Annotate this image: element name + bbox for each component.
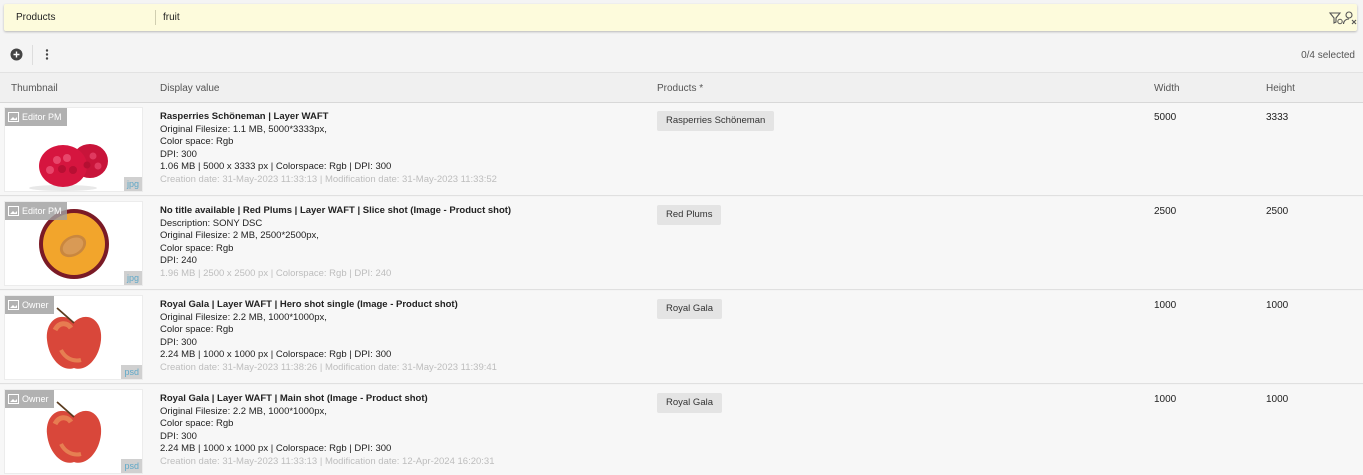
asset-detail: Original Filesize: 1.1 MB, 5000*3333px, xyxy=(160,123,327,135)
thumbnail[interactable]: Editor PM jpg xyxy=(4,201,143,286)
access-badge: Owner xyxy=(5,390,54,408)
height-value: 1000 xyxy=(1266,300,1289,311)
column-height[interactable]: Height xyxy=(1266,83,1295,94)
grid-header: Thumbnail Display value Products * Width… xyxy=(0,72,1363,103)
product-chip[interactable]: Royal Gala xyxy=(657,299,722,319)
display-value: Royal Gala | Layer WAFT | Main shot (Ima… xyxy=(160,393,640,469)
search-input[interactable]: fruit xyxy=(163,12,180,23)
file-extension: psd xyxy=(121,365,142,379)
access-badge: Editor PM xyxy=(5,202,67,220)
asset-detail: Color space: Rgb xyxy=(160,136,234,148)
height-value: 2500 xyxy=(1266,206,1289,217)
product-chip[interactable]: Rasperries Schöneman xyxy=(657,111,775,131)
asset-dates: Creation date: 31-May-2023 11:38:26 | Mo… xyxy=(160,361,497,373)
asset-detail: DPI: 300 xyxy=(160,336,197,348)
width-value: 1000 xyxy=(1154,300,1177,311)
asset-detail: Original Filesize: 2.2 MB, 1000*1000px, xyxy=(160,405,327,417)
column-thumbnail[interactable]: Thumbnail xyxy=(11,83,58,94)
asset-title[interactable]: Royal Gala | Layer WAFT | Hero shot sing… xyxy=(160,299,640,312)
access-badge: Editor PM xyxy=(5,108,67,126)
badge-label: Editor PM xyxy=(22,206,62,216)
file-extension: jpg xyxy=(123,177,142,191)
badge-label: Owner xyxy=(22,300,49,310)
asset-detail: Original Filesize: 2.2 MB, 1000*1000px, xyxy=(160,311,327,323)
asset-title[interactable]: Royal Gala | Layer WAFT | Main shot (Ima… xyxy=(160,393,640,406)
add-circle-icon[interactable] xyxy=(10,48,23,61)
product-chip[interactable]: Royal Gala xyxy=(657,393,722,413)
selection-count: 0/4 selected xyxy=(1301,50,1355,61)
column-display-value[interactable]: Display value xyxy=(160,83,219,94)
table-row[interactable]: Editor PM jpg Rasperries Schöneman | Lay… xyxy=(0,103,1363,196)
asset-detail: DPI: 240 xyxy=(160,255,197,267)
more-vertical-icon[interactable] xyxy=(41,48,53,61)
file-extension: psd xyxy=(121,459,142,473)
asset-detail: Original Filesize: 2 MB, 2500*2500px, xyxy=(160,230,319,242)
table-row[interactable]: Owner psd Royal Gala | Layer WAFT | Main… xyxy=(0,385,1363,475)
search-scope[interactable]: Products xyxy=(16,12,55,23)
product-chip[interactable]: Red Plums xyxy=(657,205,722,225)
badge-label: Editor PM xyxy=(22,112,62,122)
search-divider xyxy=(155,10,156,25)
width-value: 1000 xyxy=(1154,394,1177,405)
thumbnail[interactable]: Editor PM jpg xyxy=(4,107,143,192)
thumbnail[interactable]: Owner psd xyxy=(4,295,143,380)
table-row[interactable]: Owner psd Royal Gala | Layer WAFT | Hero… xyxy=(0,291,1363,384)
display-value: No title available | Red Plums | Layer W… xyxy=(160,205,640,281)
search-bar: Products fruit xyxy=(4,4,1357,31)
image-icon xyxy=(8,112,19,122)
display-value: Rasperries Schöneman | Layer WAFT Origin… xyxy=(160,111,640,187)
height-value: 1000 xyxy=(1266,394,1289,405)
toolbar-separator xyxy=(32,45,33,65)
asset-dates: Creation date: 31-May-2023 11:33:13 | Mo… xyxy=(160,455,495,467)
height-value: 3333 xyxy=(1266,112,1289,123)
badge-label: Owner xyxy=(22,394,49,404)
width-value: 2500 xyxy=(1154,206,1177,217)
column-width[interactable]: Width xyxy=(1154,83,1180,94)
asset-title[interactable]: Rasperries Schöneman | Layer WAFT xyxy=(160,111,640,124)
asset-detail: Description: SONY DSC xyxy=(160,217,263,229)
image-icon xyxy=(8,206,19,216)
asset-detail: 2.24 MB | 1000 x 1000 px | Colorspace: R… xyxy=(160,349,392,361)
user-clear-icon[interactable] xyxy=(1342,10,1358,26)
asset-detail: 1.06 MB | 5000 x 3333 px | Colorspace: R… xyxy=(160,161,392,173)
asset-detail: DPI: 300 xyxy=(160,148,197,160)
grid-toolbar: 0/4 selected xyxy=(0,40,1363,70)
image-icon xyxy=(8,394,19,404)
asset-detail: Color space: Rgb xyxy=(160,242,234,254)
column-products[interactable]: Products * xyxy=(657,83,703,94)
asset-detail: 2.24 MB | 1000 x 1000 px | Colorspace: R… xyxy=(160,443,392,455)
asset-dates: Creation date: 31-May-2023 11:33:13 | Mo… xyxy=(160,173,497,185)
asset-detail: DPI: 300 xyxy=(160,430,197,442)
asset-title[interactable]: No title available | Red Plums | Layer W… xyxy=(160,205,640,218)
thumbnail[interactable]: Owner psd xyxy=(4,389,143,474)
width-value: 5000 xyxy=(1154,112,1177,123)
asset-detail: Color space: Rgb xyxy=(160,418,234,430)
table-row[interactable]: Editor PM jpg No title available | Red P… xyxy=(0,197,1363,290)
display-value: Royal Gala | Layer WAFT | Hero shot sing… xyxy=(160,299,640,375)
access-badge: Owner xyxy=(5,296,54,314)
asset-detail: Color space: Rgb xyxy=(160,324,234,336)
image-icon xyxy=(8,300,19,310)
file-extension: jpg xyxy=(123,271,142,285)
asset-dates: 1.96 MB | 2500 x 2500 px | Colorspace: R… xyxy=(160,267,392,279)
